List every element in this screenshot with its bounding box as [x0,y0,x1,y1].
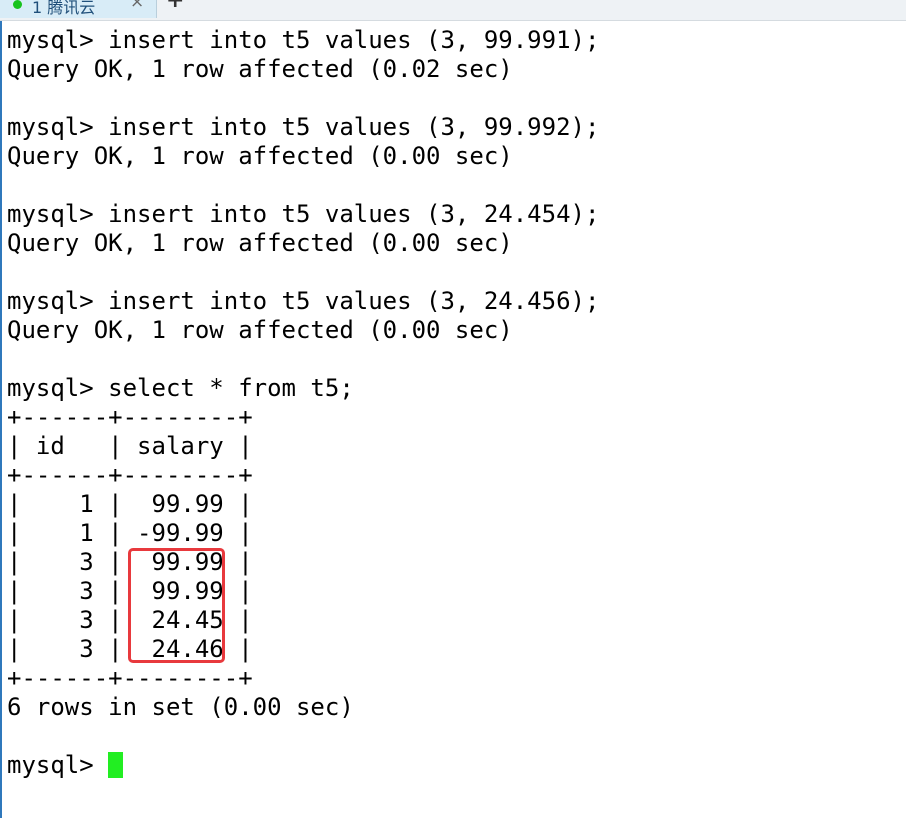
terminal-line: Query OK, 1 row affected (0.00 sec) [7,316,513,344]
tab-bar: 1 腾讯云 × + [0,0,906,21]
session-tab-title: 1 腾讯云 [32,0,96,17]
terminal-line: mysql> insert into t5 values (3, 99.992)… [7,113,600,141]
result-table-row: | 3 | 99.99 | [7,577,253,605]
result-table-header: | id | salary | [7,432,253,460]
close-icon[interactable]: × [130,0,144,12]
result-table-row: | 1 | 99.99 | [7,490,253,518]
result-table-row: | 1 | -99.99 | [7,519,253,547]
terminal-line: 6 rows in set (0.00 sec) [7,693,354,721]
terminal-line: Query OK, 1 row affected (0.02 sec) [7,55,513,83]
terminal-prompt: mysql> [7,751,94,779]
new-tab-button[interactable]: + [166,0,184,13]
terminal-cursor [108,752,124,778]
connection-status-icon [13,0,22,9]
window-edge [0,21,2,818]
session-tab[interactable]: 1 腾讯云 × [0,0,157,18]
terminal-line: mysql> insert into t5 values (3, 24.454)… [7,200,600,228]
terminal-line: mysql> insert into t5 values (3, 24.456)… [7,287,600,315]
result-table-row: | 3 | 24.45 | [7,606,253,634]
result-table-border: +------+--------+ [7,403,253,431]
terminal-line: mysql> insert into t5 values (3, 99.991)… [7,26,600,54]
terminal-line: mysql> select * from t5; [7,374,354,402]
highlight-box [128,548,225,663]
result-table-row: | 3 | 99.99 | [7,548,253,576]
result-table-border: +------+--------+ [7,664,253,692]
terminal-line: Query OK, 1 row affected (0.00 sec) [7,229,513,257]
prompt-line[interactable]: mysql> [7,751,599,780]
terminal-line: Query OK, 1 row affected (0.00 sec) [7,142,513,170]
result-table-row: | 3 | 24.46 | [7,635,253,663]
result-table-border: +------+--------+ [7,461,253,489]
terminal-output[interactable]: mysql> insert into t5 values (3, 99.991)… [7,26,599,780]
